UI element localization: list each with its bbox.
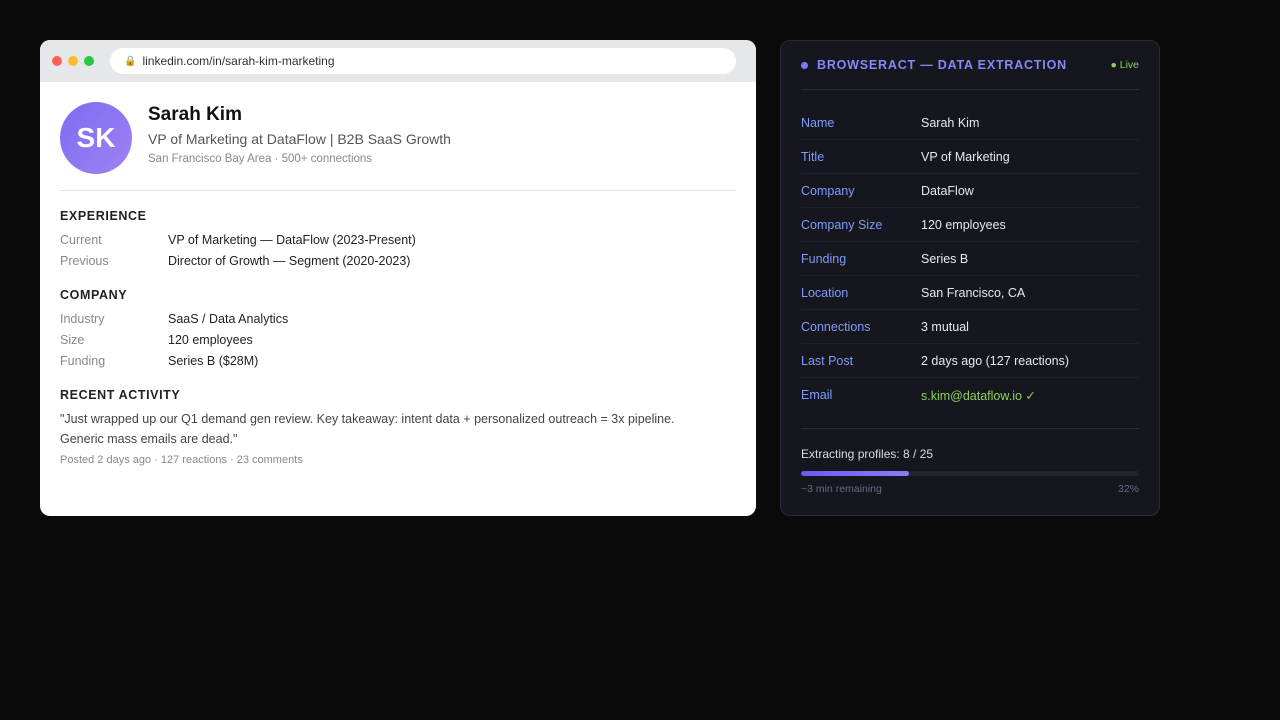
field-row: Email s.kim@dataflow.io ✓ — [801, 378, 1139, 412]
profile-headline: VP of Marketing at DataFlow | B2B SaaS G… — [148, 131, 451, 147]
field-value: 3 mutual — [921, 319, 969, 334]
field-label: Connections — [801, 319, 871, 334]
browser-window: 🔒 linkedin.com/in/sarah-kim-marketing SK… — [40, 40, 756, 516]
divider — [801, 428, 1139, 429]
progress-percent: 32% — [1117, 483, 1139, 495]
experience-row: Previous Director of Growth — Segment (2… — [60, 251, 736, 272]
panel-title: BROWSERACT — DATA EXTRACTION — [817, 58, 1067, 72]
company-label: Size — [60, 333, 85, 347]
profile-meta: San Francisco Bay Area · 500+ connection… — [148, 153, 373, 165]
field-label: Funding — [801, 251, 847, 266]
progress-bar-fill — [801, 471, 910, 476]
field-value: Series B — [921, 251, 969, 266]
company-heading: COMPANY — [60, 288, 128, 302]
activity-heading: RECENT ACTIVITY — [60, 388, 181, 402]
company-value: SaaS / Data Analytics — [168, 312, 289, 326]
verified-email-value: s.kim@dataflow.io ✓ — [921, 388, 1036, 403]
experience-label: Previous — [60, 254, 109, 268]
experience-value: Director of Growth — Segment (2020-2023) — [168, 254, 411, 268]
live-status-badge: ● Live — [1110, 59, 1139, 71]
field-row: Company DataFlow — [801, 174, 1139, 208]
field-label: Last Post — [801, 353, 854, 368]
address-bar[interactable]: 🔒 linkedin.com/in/sarah-kim-marketing — [110, 48, 736, 74]
time-remaining: ~3 min remaining — [801, 483, 882, 495]
progress-bar — [801, 471, 1139, 476]
field-label: Company Size — [801, 217, 883, 232]
profile-header: SK Sarah Kim VP of Marketing at DataFlow… — [60, 102, 736, 191]
activity-post-meta: Posted 2 days ago · 127 reactions · 23 c… — [60, 454, 303, 466]
field-row: Last Post 2 days ago (127 reactions) — [801, 344, 1139, 378]
field-label: Company — [801, 183, 855, 198]
field-row: Company Size 120 employees — [801, 208, 1139, 242]
company-row: Size 120 employees — [60, 330, 736, 351]
progress-label: Extracting profiles: 8 / 25 — [801, 447, 934, 461]
panel-header: BROWSERACT — DATA EXTRACTION ● Live — [801, 41, 1139, 90]
extracted-fields: Name Sarah Kim Title VP of Marketing Com… — [801, 106, 1139, 412]
url-text: linkedin.com/in/sarah-kim-marketing — [142, 54, 335, 68]
company-value: Series B ($28M) — [168, 354, 259, 368]
field-row: Location San Francisco, CA — [801, 276, 1139, 310]
field-row: Name Sarah Kim — [801, 106, 1139, 140]
maximize-window-button[interactable] — [84, 56, 94, 66]
company-label: Funding — [60, 354, 106, 368]
company-value: 120 employees — [168, 333, 253, 347]
minimize-window-button[interactable] — [68, 56, 78, 66]
field-label: Email — [801, 388, 833, 402]
field-value: Sarah Kim — [921, 115, 980, 130]
activity-post-text: "Just wrapped up our Q1 demand gen revie… — [60, 412, 675, 446]
field-value: 2 days ago (127 reactions) — [921, 353, 1070, 368]
field-value: DataFlow — [921, 183, 974, 198]
field-label: Location — [801, 285, 849, 300]
status-dot-icon — [801, 61, 808, 69]
field-row: Title VP of Marketing — [801, 140, 1139, 174]
field-label: Name — [801, 115, 835, 130]
profile-name: Sarah Kim — [148, 104, 242, 125]
field-value: VP of Marketing — [921, 149, 1010, 164]
close-window-button[interactable] — [52, 56, 62, 66]
company-label: Industry — [60, 312, 105, 326]
progress-footer: ~3 min remaining 32% — [801, 483, 1139, 495]
experience-value: VP of Marketing — DataFlow (2023-Present… — [168, 233, 416, 247]
profile-page: SK Sarah Kim VP of Marketing at DataFlow… — [40, 82, 756, 466]
field-value: San Francisco, CA — [921, 285, 1026, 300]
company-row: Industry SaaS / Data Analytics — [60, 309, 736, 330]
field-value: 120 employees — [921, 217, 1006, 232]
company-row: Funding Series B ($28M) — [60, 351, 736, 372]
experience-heading: EXPERIENCE — [60, 209, 147, 223]
experience-row: Current VP of Marketing — DataFlow (2023… — [60, 230, 736, 251]
browser-toolbar: 🔒 linkedin.com/in/sarah-kim-marketing — [40, 40, 756, 82]
field-label: Title — [801, 149, 825, 164]
extraction-panel: BROWSERACT — DATA EXTRACTION ● Live Name… — [780, 40, 1160, 516]
avatar[interactable]: SK — [60, 102, 132, 174]
experience-label: Current — [60, 233, 102, 247]
field-row: Connections 3 mutual — [801, 310, 1139, 344]
field-row: Funding Series B — [801, 242, 1139, 276]
lock-icon: 🔒 — [124, 55, 137, 67]
